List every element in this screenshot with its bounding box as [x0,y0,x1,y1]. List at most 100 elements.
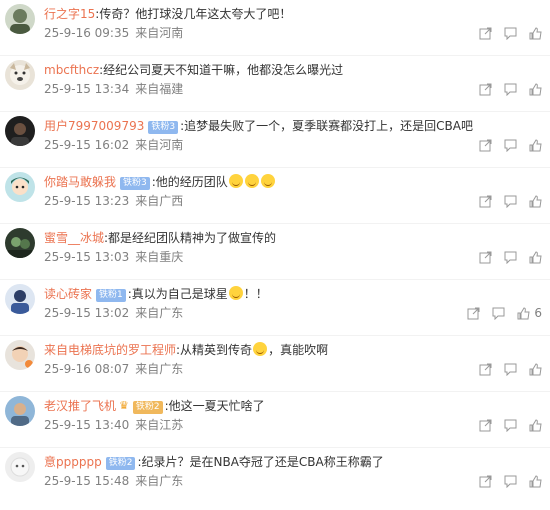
comment-text-line: 蜜雪__冰城:都是经纪团队精神为了做宣传的 [44,229,540,247]
avatar[interactable] [5,4,35,34]
comment-meta: 25-9-15 13:34 来自福建 [44,81,183,97]
comment-item: 你踏马敢躲我 铁粉3:他的经历团队 25-9-15 13:23 来自广西 [0,168,550,224]
share-button[interactable] [479,251,492,264]
like-button[interactable] [529,26,542,40]
like-button[interactable] [529,82,542,96]
comment-username[interactable]: 读心砖家 [44,287,92,301]
comment-text-tail: ，真能吹啊 [268,343,329,357]
reply-button[interactable] [504,83,517,96]
comment-meta: 25-9-15 13:40 来自江苏 [44,417,183,433]
comment-text-line: 行之字15:传奇？他打球没几年这太夸大了吧！ [44,5,540,23]
comment-item: 老汉推了飞机 ♛ 铁粉2:他这一夏天忙啥了 25-9-15 13:40 来自江苏 [0,392,550,448]
comment-text-line: 来自电梯底坑的罗工程师:从精英到传奇 ，真能吹啊 [44,341,540,359]
comment-icon [504,363,517,376]
comment-username[interactable]: 蜜雪__冰城 [44,231,104,245]
like-button[interactable] [529,194,542,208]
comment-text-line: 你踏马敢躲我 铁粉3:他的经历团队 [44,173,540,191]
comment-username[interactable]: mbcfthcz [44,63,99,77]
avatar[interactable] [5,452,35,482]
comment-text: :真以为自己是球星 [127,287,228,301]
fan-badge: 铁粉2 [105,457,136,470]
comment-date: 25-9-16 08:07 [44,362,130,376]
comment-actions [467,81,542,97]
comment-text-line: 老汉推了飞机 ♛ 铁粉2:他这一夏天忙啥了 [44,397,540,415]
comment-text: :都是经纪团队精神为了做宣传的 [104,231,277,245]
comment-text-line: mbcfthcz:经纪公司夏天不知道干嘛，他都没怎么曝光过 [44,61,540,79]
comment-date: 25-9-15 15:48 [44,474,130,488]
comment-username[interactable]: 用户7997009793 [44,119,144,133]
comment-meta: 25-9-15 16:02 来自河南 [44,137,183,153]
avatar[interactable] [5,228,35,258]
avatar[interactable] [5,172,35,202]
comment-username[interactable]: 你踏马敢躲我 [44,175,116,189]
reply-button[interactable] [492,307,505,320]
like-button[interactable] [529,474,542,488]
comment-actions [467,249,542,265]
comment-username[interactable]: 老汉推了飞机 [44,399,116,413]
fan-badge: 铁粉3 [148,121,179,134]
comment-text: :传奇？他打球没几年这太夸大了吧！ [95,7,292,21]
share-button[interactable] [479,475,492,488]
comment-icon [504,139,517,152]
like-count: 6 [534,306,542,320]
comment-meta: 25-9-15 13:23 来自广西 [44,193,183,209]
fan-badge: 铁粉2 [132,401,163,414]
comment-item: 读心砖家 铁粉1:真以为自己是球星 ！！ 25-9-15 13:02 来自广东 6 [0,280,550,336]
fan-badge: 铁粉1 [96,289,126,302]
comment-username[interactable]: 行之字15 [44,7,95,21]
fan-badge: 铁粉3 [120,177,150,190]
comment-item: 来自电梯底坑的罗工程师:从精英到传奇 ，真能吹啊 25-9-16 08:07 来自广… [0,336,550,392]
like-button[interactable] [529,138,542,152]
comment-meta: 25-9-15 13:02 来自广东 [44,305,183,321]
comment-text-tail: ！！ [243,287,268,301]
avatar[interactable] [5,284,35,314]
avatar[interactable] [5,340,35,370]
comment-text: :他这一夏天忙啥了 [164,399,265,413]
comment-date: 25-9-15 13:02 [44,306,130,320]
share-icon [479,251,492,263]
reply-button[interactable] [504,139,517,152]
share-button[interactable] [479,363,492,376]
comment-text: :纪录片？是在NBA夺冠了还是CBA称王称霸了 [137,455,384,469]
share-icon [479,363,492,375]
comment-icon [504,27,517,40]
share-button[interactable] [479,83,492,96]
comment-source: 来自广西 [135,194,184,208]
reply-button[interactable] [504,475,517,488]
reply-button[interactable] [504,195,517,208]
reply-button[interactable] [504,27,517,40]
like-button[interactable] [529,362,542,376]
comment-source: 来自广东 [135,306,184,320]
share-button[interactable] [479,139,492,152]
comment-username[interactable]: 意pppppp [44,455,102,469]
share-button[interactable] [479,195,492,208]
comment-icon [504,195,517,208]
comment-icon [504,475,517,488]
comment-meta: 25-9-15 13:03 来自重庆 [44,249,183,265]
comment-actions [467,137,542,153]
comment-source: 来自河南 [135,26,184,40]
reply-button[interactable] [504,419,517,432]
like-button[interactable] [529,418,542,432]
reply-button[interactable] [504,251,517,264]
share-button[interactable] [479,27,492,40]
comment-username[interactable]: 来自电梯底坑的罗工程师 [44,343,176,357]
avatar[interactable] [5,116,35,146]
comment-item: 行之字15:传奇？他打球没几年这太夸大了吧！ 25-9-16 09:35 来自河南 [0,0,550,56]
comment-source: 来自福建 [135,82,184,96]
reply-button[interactable] [504,363,517,376]
comment-meta: 25-9-16 08:07 来自广东 [44,361,183,377]
comment-item: 蜜雪__冰城:都是经纪团队精神为了做宣传的 25-9-15 13:03 来自重庆 [0,224,550,280]
comment-date: 25-9-15 13:23 [44,194,130,208]
comment-date: 25-9-15 13:40 [44,418,130,432]
share-button[interactable] [479,419,492,432]
like-button[interactable]: 6 [517,306,542,320]
share-icon [479,419,492,431]
comment-text: :追梦最失败了一个，夏季联赛都没打上，还是回CBA吧 [180,119,473,133]
comment-source: 来自重庆 [135,250,184,264]
like-button[interactable] [529,250,542,264]
avatar[interactable] [5,60,35,90]
laugh-emoji-icon [244,174,259,188]
avatar[interactable] [5,396,35,426]
share-button[interactable] [467,307,480,320]
